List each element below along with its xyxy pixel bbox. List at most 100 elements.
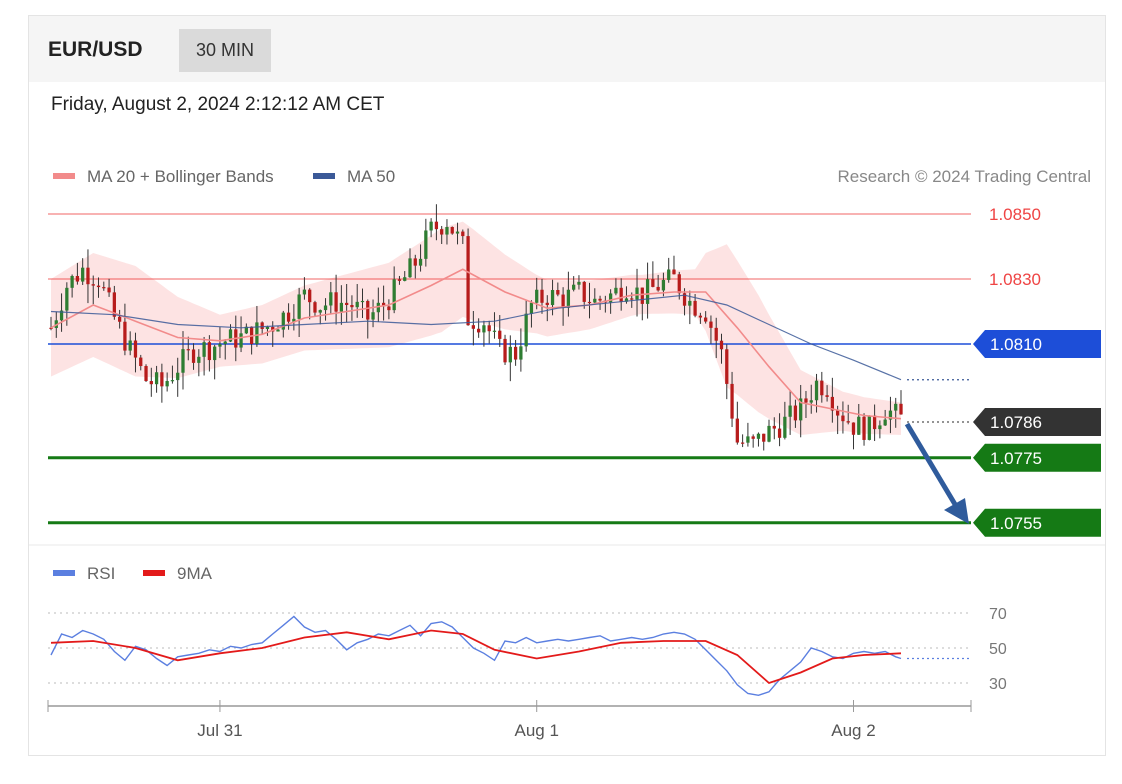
- candle-body: [529, 302, 534, 314]
- candle-body: [809, 400, 813, 403]
- candle-body: [756, 433, 761, 439]
- candle-body: [123, 321, 127, 351]
- candle-body: [894, 403, 898, 411]
- candle-body: [218, 344, 222, 347]
- candle-body: [408, 258, 412, 278]
- candle-body: [566, 289, 571, 308]
- candle-body: [719, 340, 724, 350]
- level-label-support: 1.0775: [990, 449, 1042, 468]
- candle-body: [70, 275, 74, 288]
- level-label-current: 1.0786: [990, 413, 1042, 432]
- candle-body: [176, 372, 180, 381]
- level-labels-layer: 1.0850 1.0830 1.0810 1.0786 1.0775 1.0755: [973, 205, 1101, 537]
- candle-body: [825, 395, 829, 397]
- forecast-arrow-head: [944, 498, 969, 524]
- candle-body: [730, 383, 734, 419]
- candle-body: [677, 274, 681, 294]
- candle-body: [508, 346, 512, 363]
- candle-body: [350, 304, 354, 308]
- candle-body: [635, 287, 639, 300]
- candle-body: [572, 284, 576, 290]
- candle-body: [498, 330, 502, 339]
- rsi-y-tick-label: 70: [989, 606, 1007, 623]
- candle-body: [783, 416, 787, 438]
- candle-body: [709, 321, 713, 328]
- candle-body: [477, 328, 481, 333]
- ma9-legend-swatch: [143, 570, 165, 576]
- candle-body: [154, 372, 159, 385]
- candle-body: [788, 405, 792, 417]
- candle-body: [387, 306, 391, 311]
- candle-body: [862, 416, 866, 440]
- candle-body: [96, 285, 101, 288]
- price-chart-svg: MA 20 + Bollinger Bands MA 50 Research ©…: [29, 167, 1105, 740]
- candle-body: [693, 300, 697, 316]
- candle-body: [461, 231, 465, 237]
- candle-body: [260, 322, 264, 329]
- candle-body: [725, 349, 729, 384]
- rsi-legend-swatch: [53, 570, 75, 576]
- candle-body: [170, 380, 175, 382]
- candle-body: [139, 357, 143, 367]
- candle-body: [81, 267, 85, 282]
- candle-body: [777, 428, 782, 438]
- candle-body: [297, 294, 301, 319]
- candle-body: [841, 415, 845, 422]
- candle-body: [519, 346, 523, 360]
- candle-body: [656, 286, 660, 291]
- candle-body: [735, 418, 739, 443]
- candle-body: [65, 287, 69, 311]
- candle-body: [593, 298, 597, 303]
- candle-body: [265, 326, 270, 329]
- level-label-resistance: 1.0850: [989, 205, 1041, 224]
- candle-body: [545, 302, 549, 306]
- ma20-legend-label: MA 20 + Bollinger Bands: [87, 167, 274, 186]
- candle-body: [899, 403, 903, 415]
- candle-body: [434, 221, 439, 230]
- x-tick-label: Jul 31: [197, 721, 242, 740]
- candle-body: [661, 279, 666, 291]
- candle-body: [556, 290, 560, 295]
- x-tick-label: Aug 1: [514, 721, 558, 740]
- candle-body: [345, 302, 349, 305]
- candle-body: [619, 287, 623, 302]
- candle-body: [403, 277, 407, 281]
- candle-body: [614, 287, 618, 294]
- candle-body: [487, 325, 491, 332]
- candle-body: [667, 269, 671, 280]
- candle-body: [207, 342, 212, 361]
- candle-body: [323, 305, 328, 311]
- candle-body: [197, 356, 201, 363]
- candle-body: [107, 287, 111, 293]
- level-label-resistance: 1.0830: [989, 270, 1041, 289]
- ma50-legend-label: MA 50: [347, 167, 395, 186]
- candle-body: [820, 380, 824, 396]
- candle-body: [397, 279, 402, 281]
- candle-body: [186, 349, 190, 351]
- candle-body: [851, 422, 856, 435]
- candle-body: [144, 366, 148, 382]
- candle-body: [255, 322, 259, 345]
- candle-body: [75, 275, 80, 282]
- candle-body: [313, 302, 317, 313]
- candle-body: [471, 325, 475, 329]
- candle-body: [582, 281, 586, 302]
- candle-body: [392, 279, 396, 311]
- credit-text: Research © 2024 Trading Central: [838, 167, 1092, 186]
- candle-body: [339, 302, 344, 312]
- candle-body: [165, 381, 169, 387]
- candle-body: [360, 300, 365, 303]
- candle-body: [276, 329, 280, 332]
- candle-body: [561, 294, 565, 308]
- candle-body: [302, 289, 307, 295]
- rsi-panel-layer: 70 50 30: [48, 606, 1007, 697]
- candle-body: [440, 229, 444, 235]
- candle-body: [318, 310, 322, 313]
- candle-body: [424, 230, 428, 259]
- level-label-pivot: 1.0810: [990, 335, 1042, 354]
- candle-body: [878, 425, 882, 430]
- candle-body: [704, 317, 708, 322]
- candle-body: [503, 338, 507, 363]
- candle-body: [117, 316, 122, 322]
- candle-body: [366, 300, 370, 320]
